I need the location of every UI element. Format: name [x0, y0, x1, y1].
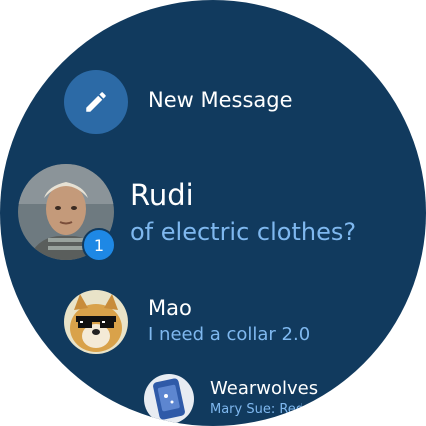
conversation-item-wearwolves[interactable]: Wearwolves Mary Sue: Red	[0, 372, 426, 426]
conversation-name: Wearwolves	[210, 378, 319, 399]
conversation-item-mao[interactable]: Mao I need a collar 2.0	[0, 288, 426, 358]
new-message-button[interactable]	[64, 70, 128, 134]
avatar	[64, 290, 128, 354]
conversation-name: Mao	[148, 296, 192, 320]
conversation-preview: I need a collar 2.0	[148, 324, 311, 345]
new-message-label[interactable]: New Message	[148, 88, 293, 112]
conversation-preview: of electric clothes?	[130, 218, 357, 246]
watch-screen: New Message 1 Rudi of electric clothes?	[0, 0, 426, 426]
conversation-preview: Mary Sue: Red	[210, 402, 302, 417]
pencil-icon	[86, 92, 106, 112]
avatar	[144, 374, 194, 424]
conversation-item-rudi[interactable]: 1 Rudi of electric clothes?	[0, 160, 426, 262]
unread-count-badge: 1	[82, 228, 116, 262]
conversation-name: Rudi	[130, 178, 194, 212]
